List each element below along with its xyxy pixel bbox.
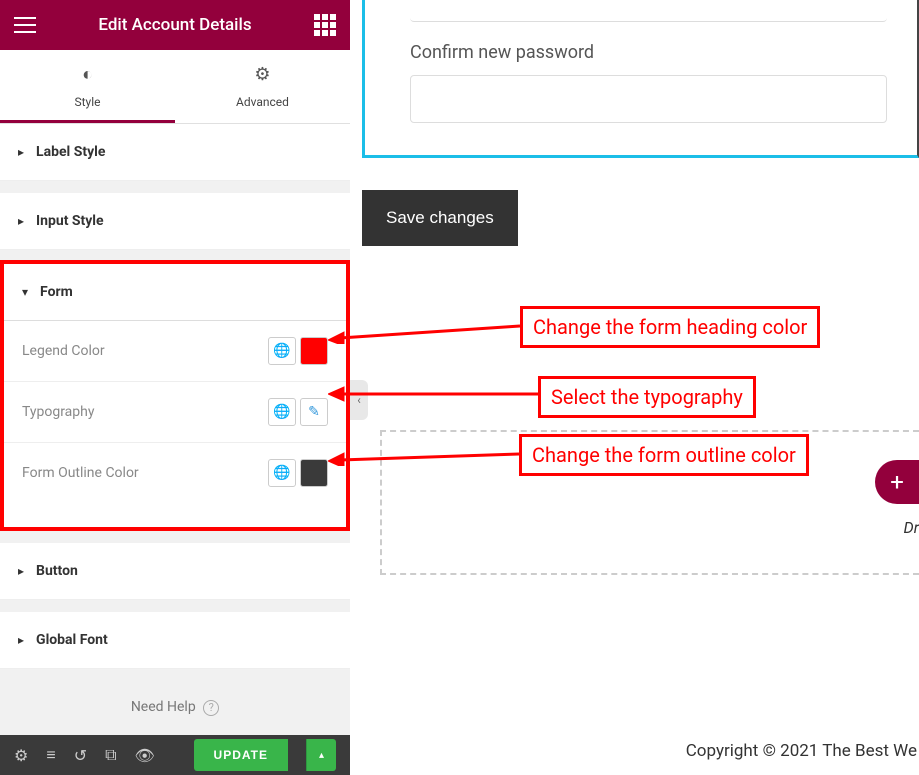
copyright: Copyright © 2021 The Best We [380,741,919,761]
gear-icon: ⚙ [175,64,350,85]
caret-right-icon: ▸ [18,214,24,228]
form-outline-color-swatch[interactable] [300,459,328,487]
typography-label: Typography [22,404,94,420]
editor-sidebar: Edit Account Details ◐ Style ⚙ Advanced … [0,0,350,775]
pencil-icon[interactable]: ✎ [300,398,328,426]
control-typography: Typography 🌐 ✎ [4,382,346,443]
section-button[interactable]: ▸ Button [0,543,350,600]
footer-bar: ⚙ ≡ ↺ ⧉ 👁 UPDATE ▴ [0,735,350,775]
confirm-password-input[interactable] [410,75,887,123]
add-element-fab[interactable]: + [875,460,919,504]
section-input-style[interactable]: ▸ Input Style [0,193,350,250]
confirm-password-label: Confirm new password [410,42,917,63]
section-label-style[interactable]: ▸ Label Style [0,124,350,181]
half-circle-icon: ◐ [0,64,175,85]
globe-icon[interactable]: 🌐 [268,398,296,426]
tab-advanced[interactable]: ⚙ Advanced [175,50,350,123]
tabs-row: ◐ Style ⚙ Advanced [0,50,350,124]
password-input-bottom[interactable] [410,0,887,22]
tab-advanced-label: Advanced [236,95,289,109]
annotation-3: Change the form outline color [519,434,809,476]
legend-color-swatch[interactable] [300,337,328,365]
globe-icon[interactable]: 🌐 [268,337,296,365]
settings-icon[interactable]: ⚙ [14,746,28,765]
arrow-3 [328,446,522,466]
caret-right-icon: ▸ [18,633,24,647]
control-form-outline-color: Form Outline Color 🌐 [4,443,346,527]
save-changes-button[interactable]: Save changes [362,190,518,246]
need-help-label: Need Help [131,699,196,715]
update-button[interactable]: UPDATE [194,739,288,771]
caret-right-icon: ▸ [18,145,24,159]
sidebar-header: Edit Account Details [0,0,350,50]
hamburger-icon[interactable] [14,17,36,33]
panel-list: ▸ Label Style ▸ Input Style ▾ Form Legen… [0,124,350,735]
legend-color-label: Legend Color [22,343,105,359]
responsive-icon[interactable]: ⧉ [105,745,116,765]
sidebar-title: Edit Account Details [98,15,251,35]
arrow-2 [328,384,541,404]
revisions-icon[interactable]: ≡ [46,745,55,765]
caret-right-icon: ▸ [18,564,24,578]
globe-icon[interactable]: 🌐 [268,459,296,487]
control-legend-color: Legend Color 🌐 [4,321,346,382]
section-form[interactable]: ▾ Form [4,264,346,321]
caret-down-icon: ▾ [22,285,28,299]
form-section-highlight: ▾ Form Legend Color 🌐 Typography 🌐 ✎ For… [0,260,350,531]
draft-hint: Dr [904,518,919,537]
form-area-selected[interactable]: Confirm new password [362,0,919,158]
help-icon: ? [203,700,219,716]
arrow-1 [328,318,523,344]
history-icon[interactable]: ↺ [74,746,87,765]
form-outline-color-label: Form Outline Color [22,465,139,481]
annotation-1: Change the form heading color [520,306,820,348]
need-help-link[interactable]: Need Help ? [0,669,350,735]
annotation-2: Select the typography [538,376,756,418]
tab-style-label: Style [74,95,100,109]
preview-icon[interactable]: 👁 [135,746,155,765]
section-global-font[interactable]: ▸ Global Font [0,612,350,669]
apps-icon[interactable] [314,14,336,36]
tab-style[interactable]: ◐ Style [0,50,175,123]
update-dropdown[interactable]: ▴ [306,739,336,771]
